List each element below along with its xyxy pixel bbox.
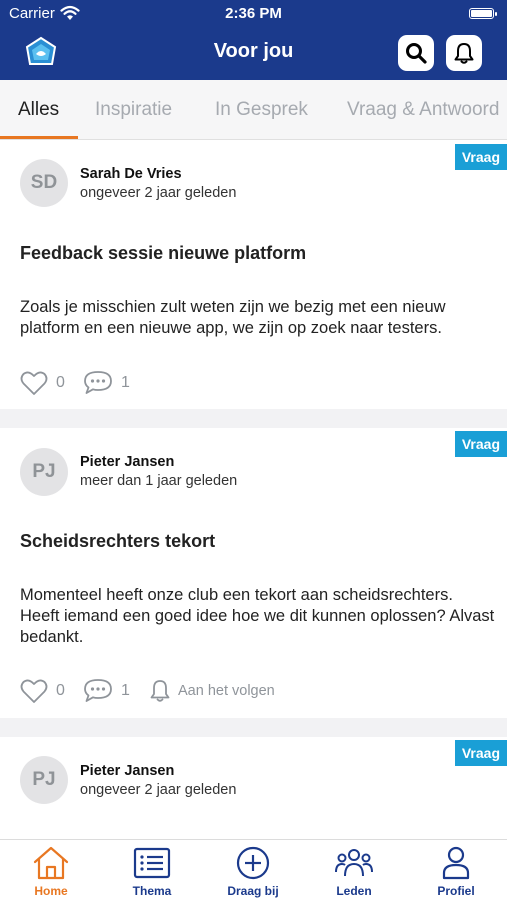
heart-icon [20, 679, 48, 703]
post-title[interactable]: Feedback sessie nieuwe platform [20, 243, 306, 264]
follow-button[interactable]: Aan het volgen [148, 677, 275, 705]
post-card[interactable]: Vraag SD Sarah De Vries ongeveer 2 jaar … [0, 141, 507, 409]
post-author[interactable]: Pieter Jansen [80, 763, 174, 779]
avatar[interactable]: PJ [20, 756, 68, 804]
post-actions: 0 1 Aan het volgen [20, 677, 340, 705]
comment-bubble-icon [84, 679, 112, 702]
tab-vraag-antwoord[interactable]: Vraag & Antwoord [347, 99, 499, 121]
like-count: 0 [56, 374, 65, 391]
status-bar: Carrier 2:36 PM [0, 0, 507, 28]
nav-thema[interactable]: Thema [107, 845, 197, 898]
post-title[interactable]: Scheidsrechters tekort [20, 531, 215, 552]
tab-in-gesprek[interactable]: In Gesprek [215, 99, 308, 121]
post-body[interactable]: Zoals je misschien zult weten zijn we be… [20, 297, 495, 339]
nav-profiel-label: Profiel [437, 884, 475, 898]
like-button[interactable]: 0 [20, 677, 65, 705]
tab-inspiratie[interactable]: Inspiratie [95, 99, 172, 121]
comment-button[interactable]: 1 [83, 369, 130, 397]
post-card[interactable]: Vraag PJ Pieter Jansen meer dan 1 jaar g… [0, 428, 507, 718]
nav-leden-label: Leden [336, 884, 372, 898]
heart-icon [20, 371, 48, 395]
follow-status-label: Aan het volgen [178, 683, 275, 699]
profile-icon [442, 846, 470, 880]
post-type-badge: Vraag [454, 431, 507, 457]
search-button[interactable] [398, 35, 434, 71]
avatar[interactable]: SD [20, 159, 68, 207]
post-type-badge: Vraag [454, 144, 507, 170]
battery-icon [469, 8, 497, 19]
members-icon [335, 849, 373, 877]
nav-profiel[interactable]: Profiel [411, 845, 501, 898]
category-tabs: Alles Inspiratie In Gesprek Vraag & Antw… [0, 80, 507, 140]
post-card[interactable]: Vraag PJ Pieter Jansen ongeveer 2 jaar g… [0, 737, 507, 839]
post-timestamp: ongeveer 2 jaar geleden [80, 782, 237, 798]
bell-icon [150, 680, 170, 702]
tab-alles[interactable]: Alles [18, 99, 59, 121]
comment-button[interactable]: 1 [83, 677, 130, 705]
top-navigation-bar: Voor jou [0, 28, 507, 80]
comment-count: 1 [121, 374, 130, 391]
post-type-badge: Vraag [454, 740, 507, 766]
like-button[interactable]: 0 [20, 369, 65, 397]
post-actions: 0 1 [20, 369, 220, 397]
home-icon [33, 846, 69, 880]
active-tab-indicator [0, 136, 78, 139]
post-author[interactable]: Pieter Jansen [80, 454, 174, 470]
bottom-tab-bar: Home Thema Draag bij Leden Profiel [0, 839, 507, 900]
post-author[interactable]: Sarah De Vries [80, 166, 182, 182]
like-count: 0 [56, 682, 65, 699]
nav-home[interactable]: Home [6, 845, 96, 898]
clock-time: 2:36 PM [225, 5, 282, 22]
nav-draag-bij-label: Draag bij [227, 884, 279, 898]
list-icon [133, 847, 171, 879]
nav-leden[interactable]: Leden [309, 845, 399, 898]
avatar[interactable]: PJ [20, 448, 68, 496]
plus-circle-icon [236, 846, 270, 880]
nav-draag-bij[interactable]: Draag bij [208, 845, 298, 898]
comment-count: 1 [121, 682, 130, 699]
bell-icon [454, 43, 474, 64]
nav-thema-label: Thema [132, 884, 172, 898]
comment-bubble-icon [84, 371, 112, 394]
nav-home-label: Home [34, 884, 68, 898]
post-timestamp: ongeveer 2 jaar geleden [80, 185, 237, 201]
notifications-button[interactable] [446, 35, 482, 71]
search-icon [406, 43, 427, 64]
post-body[interactable]: Momenteel heeft onze club een tekort aan… [20, 585, 495, 648]
post-feed[interactable]: Vraag SD Sarah De Vries ongeveer 2 jaar … [0, 141, 507, 839]
post-timestamp: meer dan 1 jaar geleden [80, 473, 238, 489]
